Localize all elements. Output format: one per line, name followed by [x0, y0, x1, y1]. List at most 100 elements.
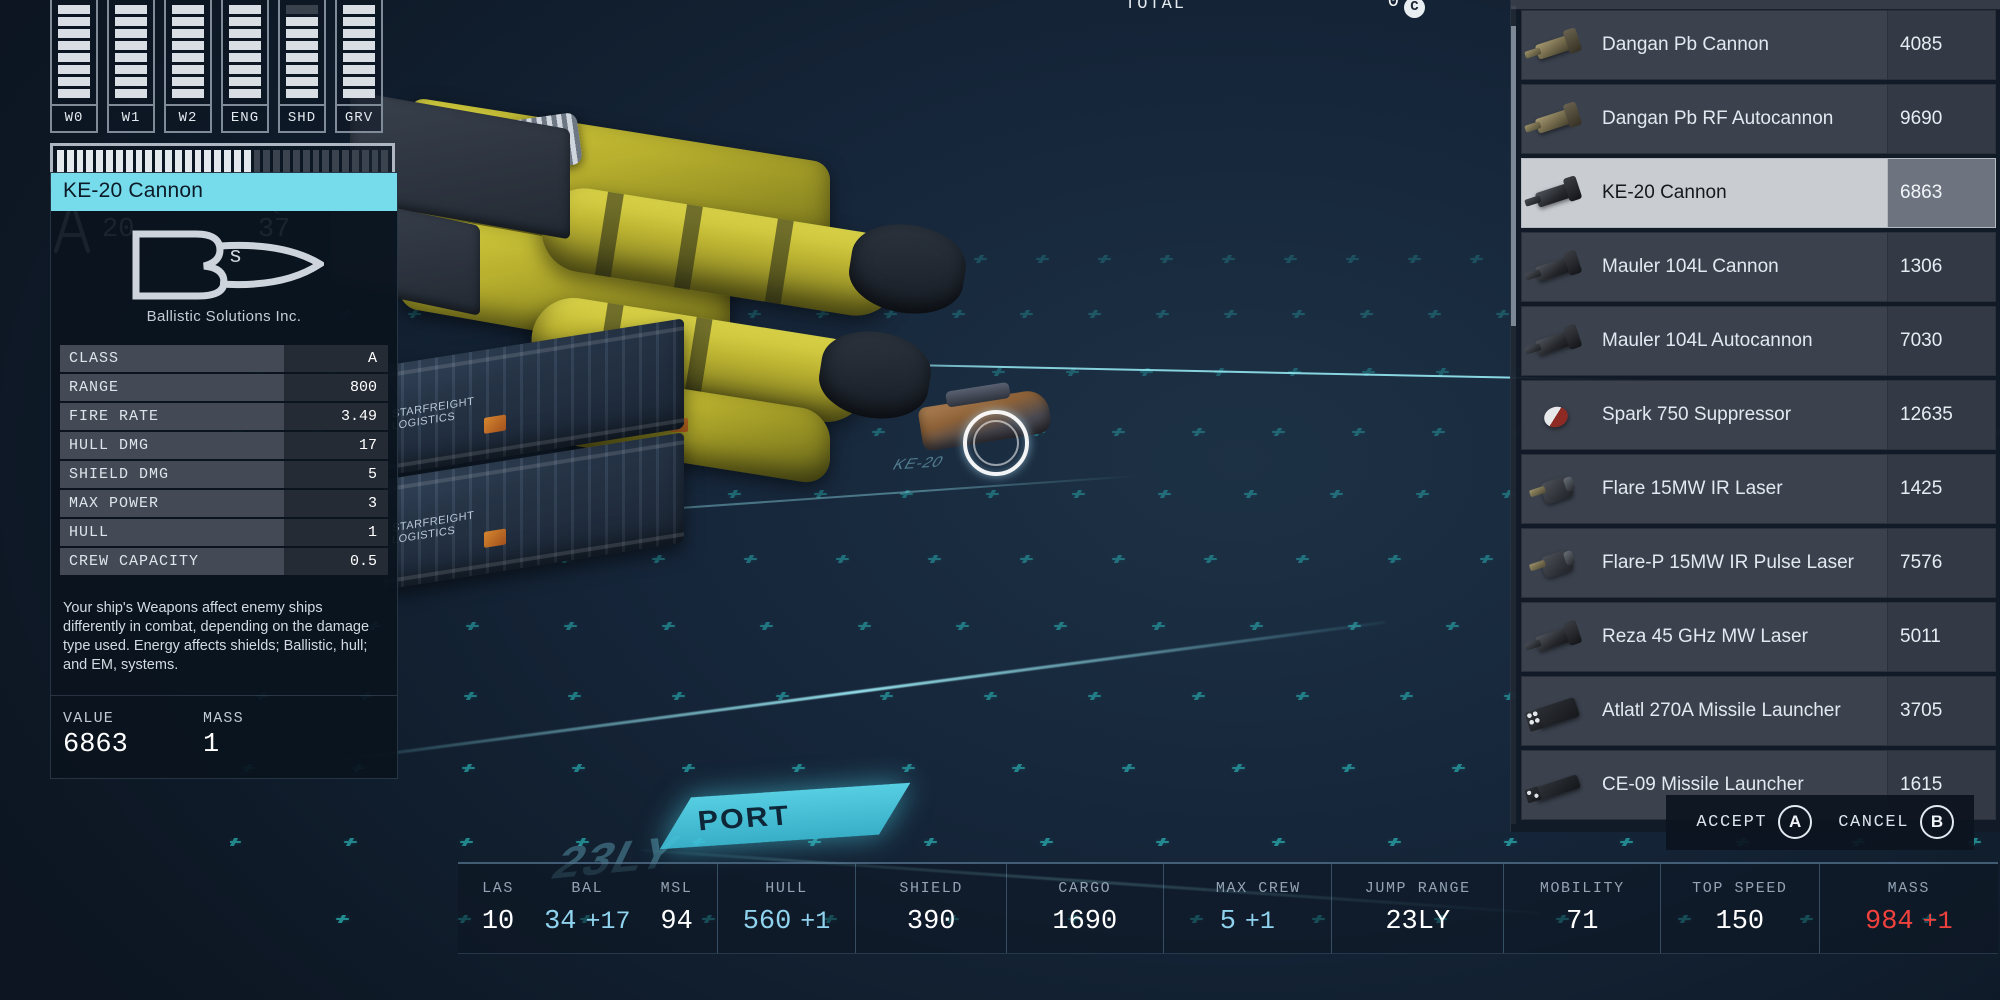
weapon-row-main[interactable]: Mauler 104L Autocannon	[1521, 306, 1888, 376]
weapon-name: Dangan Pb Cannon	[1602, 34, 1769, 55]
module-value-label: VALUE	[63, 710, 115, 727]
cancel-label: CANCEL	[1838, 812, 1909, 832]
mauler-autocannon-icon	[1522, 313, 1596, 369]
power-pip	[229, 17, 261, 26]
mw-laser-icon	[1522, 609, 1596, 665]
weapon-name: Spark 750 Suppressor	[1602, 404, 1792, 425]
weapon-row[interactable]: KE-20 Cannon 6863	[1521, 158, 1996, 228]
weapon-row-main[interactable]: Spark 750 Suppressor	[1521, 380, 1888, 450]
power-pip	[286, 53, 318, 62]
weapon-list-header: WEAPONS VALUE	[1511, 0, 2000, 10]
weapon-name: Mauler 104L Autocannon	[1602, 330, 1813, 351]
stat-cell: MAX CREW 5 +1	[1164, 864, 1331, 953]
power-bar-w2[interactable]: W2	[164, 0, 212, 133]
accept-action[interactable]: ACCEPT A	[1696, 805, 1813, 839]
weapon-row-main[interactable]: Atlatl 270A Missile Launcher	[1521, 676, 1888, 746]
weapon-row-main[interactable]: Reza 45 GHz MW Laser	[1521, 602, 1888, 672]
stat-cell-label: SHIELD	[899, 880, 963, 897]
weapon-value: 6863	[1888, 158, 1996, 228]
power-pip	[286, 29, 318, 38]
weapon-row[interactable]: Flare 15MW IR Laser 1425	[1521, 454, 1996, 524]
total-cost-readout: TOTAL 0C	[1125, 0, 1425, 18]
power-pip	[58, 89, 90, 98]
accept-button-glyph[interactable]: A	[1778, 805, 1813, 839]
power-pip	[343, 5, 375, 14]
power-bar-eng[interactable]: ENG	[221, 0, 269, 133]
stat-cell-label: MAX CREW	[1194, 880, 1301, 897]
ship-stats-bar: LAS 10 BAL 34 +17 MSL 94 HULL 560 +1 SHIELD 390 CARG…	[458, 862, 1998, 954]
stat-cell-delta: +1	[800, 907, 831, 936]
weapon-row[interactable]: Spark 750 Suppressor 12635	[1521, 380, 1996, 450]
stat-cell-number: 150	[1715, 907, 1765, 937]
power-pip	[172, 29, 204, 38]
power-bar-w0[interactable]: W0	[50, 0, 98, 133]
module-value-number: 6863	[63, 730, 128, 760]
weapon-list-scroll-thumb[interactable]	[1511, 26, 1516, 326]
stat-row: SHIELD DMG 5	[60, 461, 388, 488]
stat-key: HULL DMG	[60, 432, 284, 459]
weapon-row-main[interactable]: Mauler 104L Cannon	[1521, 232, 1888, 302]
power-pip	[229, 89, 261, 98]
power-bar-shd[interactable]: SHD	[278, 0, 326, 133]
stat-key: CLASS	[60, 345, 284, 372]
power-pip	[115, 5, 147, 14]
manufacturer-name: Ballistic Solutions Inc.	[146, 307, 302, 325]
power-bar-grv[interactable]: GRV	[335, 0, 383, 133]
weapon-row[interactable]: Mauler 104L Cannon 1306	[1521, 232, 1996, 302]
stat-value: 800	[284, 374, 388, 401]
stat-cell-label: LAS	[482, 880, 514, 897]
weapon-row[interactable]: Mauler 104L Autocannon 7030	[1521, 306, 1996, 376]
power-pip	[343, 77, 375, 86]
stat-cell-delta: +1	[1244, 907, 1275, 936]
stat-cell-value: 150	[1716, 907, 1765, 937]
cancel-action[interactable]: CANCEL B	[1838, 805, 1954, 839]
stat-cell: MSL 94	[637, 864, 717, 953]
stat-cell: MOBILITY 71	[1504, 864, 1660, 953]
stat-key: CREW CAPACITY	[60, 548, 284, 575]
weapon-value: 7576	[1888, 528, 1996, 598]
stat-value: 3	[284, 490, 388, 517]
power-bar-w1[interactable]: W1	[107, 0, 155, 133]
credit-icon: C	[1404, 0, 1425, 18]
power-pip	[58, 53, 90, 62]
weapon-list-panel[interactable]: WEAPONS VALUE Dangan Pb Cannon4085Dangan…	[1510, 0, 2000, 832]
weapon-row[interactable]: Flare-P 15MW IR Pulse Laser 7576	[1521, 528, 1996, 598]
power-pip	[286, 89, 318, 98]
weapon-row[interactable]: Atlatl 270A Missile Launcher 3705	[1521, 676, 1996, 746]
weapon-row-main[interactable]: Dangan Pb Cannon	[1521, 10, 1888, 80]
stat-row: RANGE 800	[60, 374, 388, 401]
weapon-row-main[interactable]: Dangan Pb RF Autocannon	[1521, 84, 1888, 154]
ballistic-cannon-icon	[1522, 17, 1596, 73]
module-stats-table: CLASS A RANGE 800 FIRE RATE 3.49 HULL DMG 17 SHI…	[51, 339, 397, 575]
weapon-list-scrollbar[interactable]	[1511, 6, 1516, 824]
power-pip	[172, 53, 204, 62]
power-bars-row[interactable]: W0 W1 W2 ENG SHD GRV	[50, 0, 395, 133]
power-pip	[343, 29, 375, 38]
weapon-name: Reza 45 GHz MW Laser	[1602, 626, 1808, 647]
stat-group: HULL 560 +1	[718, 864, 857, 953]
weapon-row-main[interactable]: Flare-P 15MW IR Pulse Laser	[1521, 528, 1888, 598]
power-pip	[172, 5, 204, 14]
weapon-row[interactable]: Dangan Pb Cannon 4085	[1521, 10, 1996, 80]
weapon-list-rows[interactable]: Dangan Pb Cannon 4085 Dangan Pb RF Autocan…	[1511, 10, 2000, 820]
power-pip	[286, 5, 318, 14]
stat-key: FIRE RATE	[60, 403, 284, 430]
weapon-row[interactable]: Dangan Pb RF Autocannon 9690	[1521, 84, 1996, 154]
cancel-button-glyph[interactable]: B	[1920, 805, 1954, 839]
power-bar-label: SHD	[280, 104, 324, 131]
stat-cell-delta: +17	[585, 907, 631, 936]
stat-group: LAS 10 BAL 34 +17 MSL 94	[458, 864, 718, 953]
module-title: KE-20 Cannon	[51, 173, 397, 211]
power-pip	[286, 77, 318, 86]
weapon-row[interactable]: Reza 45 GHz MW Laser 5011	[1521, 602, 1996, 672]
stat-cell-label: MOBILITY	[1539, 880, 1625, 897]
weapon-row-main[interactable]: Flare 15MW IR Laser	[1521, 454, 1888, 524]
power-bar-label: GRV	[337, 104, 381, 131]
weapon-value: 1425	[1888, 454, 1996, 524]
weapon-row-main[interactable]: KE-20 Cannon	[1521, 158, 1888, 228]
power-pip	[286, 65, 318, 74]
total-label: TOTAL	[1125, 0, 1187, 14]
power-pip	[115, 89, 147, 98]
stat-cell-value: 984 +1	[1865, 907, 1953, 937]
missile-launcher-icon	[1522, 683, 1596, 739]
